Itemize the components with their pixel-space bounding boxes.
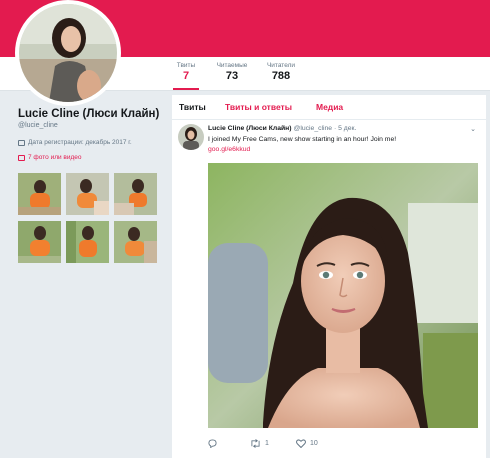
- profile-handle[interactable]: @lucie_cline: [18, 122, 168, 129]
- media-thumb[interactable]: [66, 221, 109, 263]
- timeline: Твиты Твиты и ответы Медиа Lucie Cline (…: [172, 95, 486, 458]
- media-icon: [18, 154, 25, 161]
- stat-followers-label: Читатели: [266, 62, 296, 69]
- profile-joined-text: Дата регистрации: декабрь 2017 г.: [28, 139, 132, 146]
- tweet-avatar[interactable]: [178, 124, 204, 150]
- retweet-icon: [251, 439, 260, 448]
- tweet-photo[interactable]: [208, 163, 478, 428]
- chevron-down-icon[interactable]: ⌄: [470, 125, 476, 133]
- stat-following-value: 73: [225, 70, 239, 82]
- profile-name: Lucie Cline (Люси Клайн): [18, 108, 160, 120]
- tweet-header: Lucie Cline (Люси Клайн) @lucie_cline · …: [208, 125, 356, 132]
- tweet-meta: @lucie_cline · 5 дек.: [293, 125, 357, 132]
- like-count: 10: [310, 440, 318, 447]
- media-thumb[interactable]: [66, 173, 109, 215]
- tab-tweets-replies[interactable]: Твиты и ответы: [225, 102, 292, 112]
- like-icon: [296, 439, 306, 448]
- like-button[interactable]: 10: [296, 439, 318, 448]
- tweet-link[interactable]: goo.gl/e6kkud: [208, 146, 250, 153]
- stat-following[interactable]: Читаемые 73: [212, 62, 252, 82]
- stat-followers[interactable]: Читатели 788: [262, 62, 300, 82]
- tab-tweets[interactable]: Твиты: [179, 102, 206, 112]
- media-thumb[interactable]: [18, 173, 61, 215]
- timeline-tabs: Твиты Твиты и ответы Медиа: [172, 95, 486, 120]
- stat-tweets-label: Твиты: [176, 62, 196, 69]
- tweet-author-name[interactable]: Lucie Cline (Люси Клайн): [208, 125, 292, 132]
- media-thumb[interactable]: [18, 221, 61, 263]
- profile-media-link[interactable]: 7 фото или видео: [18, 154, 168, 161]
- reply-button[interactable]: [208, 439, 217, 448]
- stat-tweets[interactable]: Твиты 7: [173, 62, 199, 90]
- profile-media-text: 7 фото или видео: [28, 154, 82, 161]
- profile-info: Lucie Cline (Люси Клайн) @lucie_cline Да…: [18, 108, 168, 161]
- media-thumb[interactable]: [114, 173, 157, 215]
- stat-following-label: Читаемые: [216, 62, 248, 69]
- tweet-text: I joined My Free Cams, new show starting…: [208, 136, 397, 143]
- stat-tweets-value: 7: [182, 70, 190, 82]
- reply-icon: [208, 439, 217, 448]
- profile-joined: Дата регистрации: декабрь 2017 г.: [18, 139, 168, 146]
- media-thumb[interactable]: [114, 221, 157, 263]
- retweet-button[interactable]: 1: [250, 439, 269, 448]
- stat-followers-value: 788: [271, 70, 291, 82]
- profile-avatar[interactable]: [15, 0, 121, 106]
- retweet-count: 1: [265, 440, 269, 447]
- calendar-icon: [18, 139, 25, 146]
- tab-media[interactable]: Медиа: [316, 102, 343, 112]
